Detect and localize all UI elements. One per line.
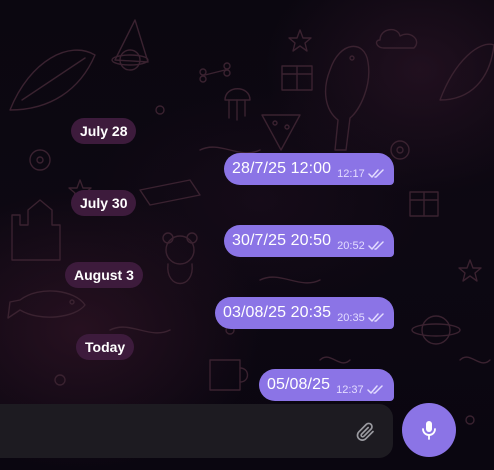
date-label: July 28 xyxy=(80,123,128,139)
date-separator: July 30 xyxy=(71,190,137,216)
message-time: 20:52 xyxy=(337,239,365,252)
message-bubble[interactable]: 30/7/25 20:50 20:52 xyxy=(224,225,394,257)
message-text: 28/7/25 12:00 xyxy=(232,160,332,177)
date-label: August 3 xyxy=(74,267,134,283)
message-text: 30/7/25 20:50 xyxy=(232,232,332,249)
message-meta: 12:17 xyxy=(337,168,385,180)
date-separator: Today xyxy=(76,334,135,360)
double-check-icon xyxy=(367,168,385,179)
date-label: Today xyxy=(85,339,126,355)
message-composer xyxy=(0,404,393,458)
message-text: 03/08/25 20:35 xyxy=(223,304,332,321)
message-meta: 20:35 xyxy=(337,312,385,324)
double-check-icon xyxy=(367,312,385,323)
message-time: 12:37 xyxy=(336,383,364,396)
attach-button[interactable] xyxy=(352,418,380,446)
message-bubble[interactable]: 05/08/25 12:37 xyxy=(259,369,394,401)
message-bubble[interactable]: 03/08/25 20:35 20:35 xyxy=(215,297,394,329)
message-time: 20:35 xyxy=(337,311,365,324)
message-meta: 12:37 xyxy=(336,384,384,396)
date-label: July 30 xyxy=(80,195,128,211)
message-time: 12:17 xyxy=(337,167,365,180)
message-text: 05/08/25 xyxy=(267,376,331,393)
voice-record-button[interactable] xyxy=(402,403,456,457)
date-separator: August 3 xyxy=(65,262,143,288)
message-bubble[interactable]: 28/7/25 12:00 12:17 xyxy=(224,153,394,185)
double-check-icon xyxy=(366,384,384,395)
double-check-icon xyxy=(367,240,385,251)
microphone-icon xyxy=(422,421,436,440)
paperclip-icon xyxy=(356,422,374,441)
message-input[interactable] xyxy=(14,419,338,445)
date-separator: July 28 xyxy=(71,118,137,144)
message-meta: 20:52 xyxy=(337,240,385,252)
